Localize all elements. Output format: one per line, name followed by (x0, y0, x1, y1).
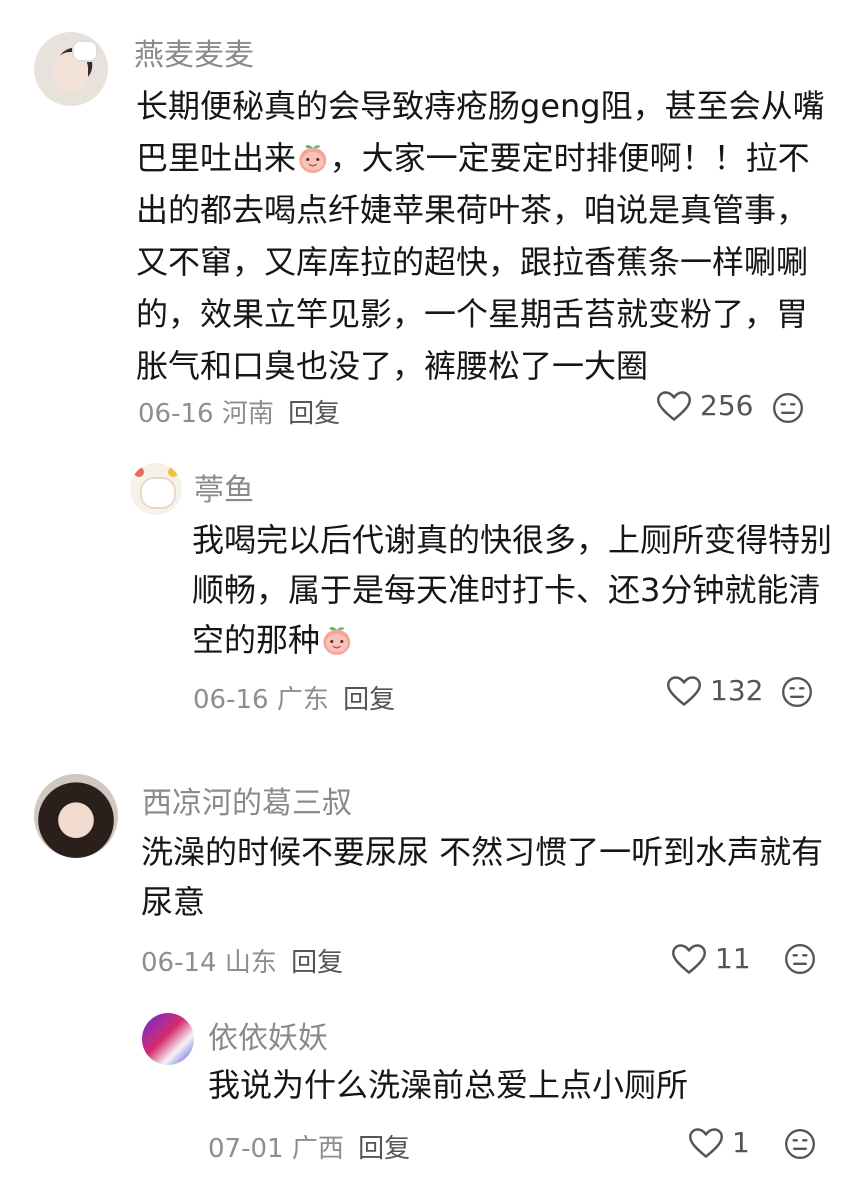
comment-location: 广东 (276, 685, 329, 715)
like-count: 132 (710, 674, 764, 707)
comment-date: 07-01 (208, 1134, 284, 1164)
heart-icon (671, 943, 707, 975)
comment-text-part: 我喝完以后代谢真的快很多，上厕所变得特别顺畅，属于是每天准时打卡、还3分钟就能清… (192, 521, 833, 659)
avatar[interactable] (34, 774, 118, 858)
like-button[interactable]: 1 (688, 1126, 750, 1159)
comment-location: 河南 (221, 399, 274, 429)
avatar[interactable] (142, 1013, 194, 1065)
reply-button[interactable]: 回复 (358, 1134, 410, 1164)
dislike-icon[interactable] (771, 391, 805, 425)
comment-location: 山东 (224, 948, 277, 978)
comment-text-part: 我说为什么洗澡前总爱上点小厕所 (208, 1066, 689, 1104)
comment-text: 我喝完以后代谢真的快很多，上厕所变得特别顺畅，属于是每天准时打卡、还3分钟就能清… (192, 515, 832, 665)
dislike-icon[interactable] (780, 675, 814, 709)
comment-meta: 06-14 山东 回复 (141, 942, 343, 979)
like-button[interactable]: 132 (666, 674, 763, 707)
like-button[interactable]: 11 (671, 942, 751, 975)
avatar[interactable] (34, 32, 108, 106)
peach-emoji-icon (296, 141, 330, 175)
comment-text: 洗澡的时候不要尿尿 不然习惯了一听到水声就有尿意 (141, 827, 831, 927)
comment-date: 06-14 (141, 948, 217, 978)
comment-date: 06-16 (138, 399, 214, 429)
comment-date: 06-16 (193, 685, 269, 715)
comment-text-part: 洗澡的时候不要尿尿 不然习惯了一听到水声就有尿意 (141, 833, 824, 921)
like-count: 11 (715, 942, 751, 975)
crying-peach-emoji-icon (320, 623, 354, 657)
avatar[interactable] (130, 463, 182, 515)
username[interactable]: 燕麦麦麦 (134, 30, 254, 74)
comment-meta: 06-16 广东 回复 (193, 679, 395, 716)
username[interactable]: 葶鱼 (194, 465, 254, 509)
username[interactable]: 依依妖妖 (208, 1013, 328, 1057)
heart-icon (666, 675, 702, 707)
username[interactable]: 西凉河的葛三叔 (142, 778, 352, 822)
heart-icon (656, 390, 692, 422)
like-count: 1 (732, 1126, 750, 1159)
dislike-icon[interactable] (783, 942, 817, 976)
heart-icon (688, 1127, 724, 1159)
comment-text: 我说为什么洗澡前总爱上点小厕所 (208, 1060, 828, 1110)
comment-meta: 06-16 河南 回复 (138, 393, 340, 430)
like-button[interactable]: 256 (656, 389, 753, 422)
reply-button[interactable]: 回复 (291, 948, 343, 978)
comment-text: 长期便秘真的会导致痔疮肠geng阻，甚至会从嘴巴里吐出来 ，大家一定要定时排便啊！… (136, 80, 826, 392)
comment-meta: 07-01 广西 回复 (208, 1128, 410, 1165)
comment-location: 广西 (291, 1134, 344, 1164)
reply-button[interactable]: 回复 (288, 399, 340, 429)
reply-button[interactable]: 回复 (343, 685, 395, 715)
like-count: 256 (700, 389, 754, 422)
dislike-icon[interactable] (783, 1127, 817, 1161)
